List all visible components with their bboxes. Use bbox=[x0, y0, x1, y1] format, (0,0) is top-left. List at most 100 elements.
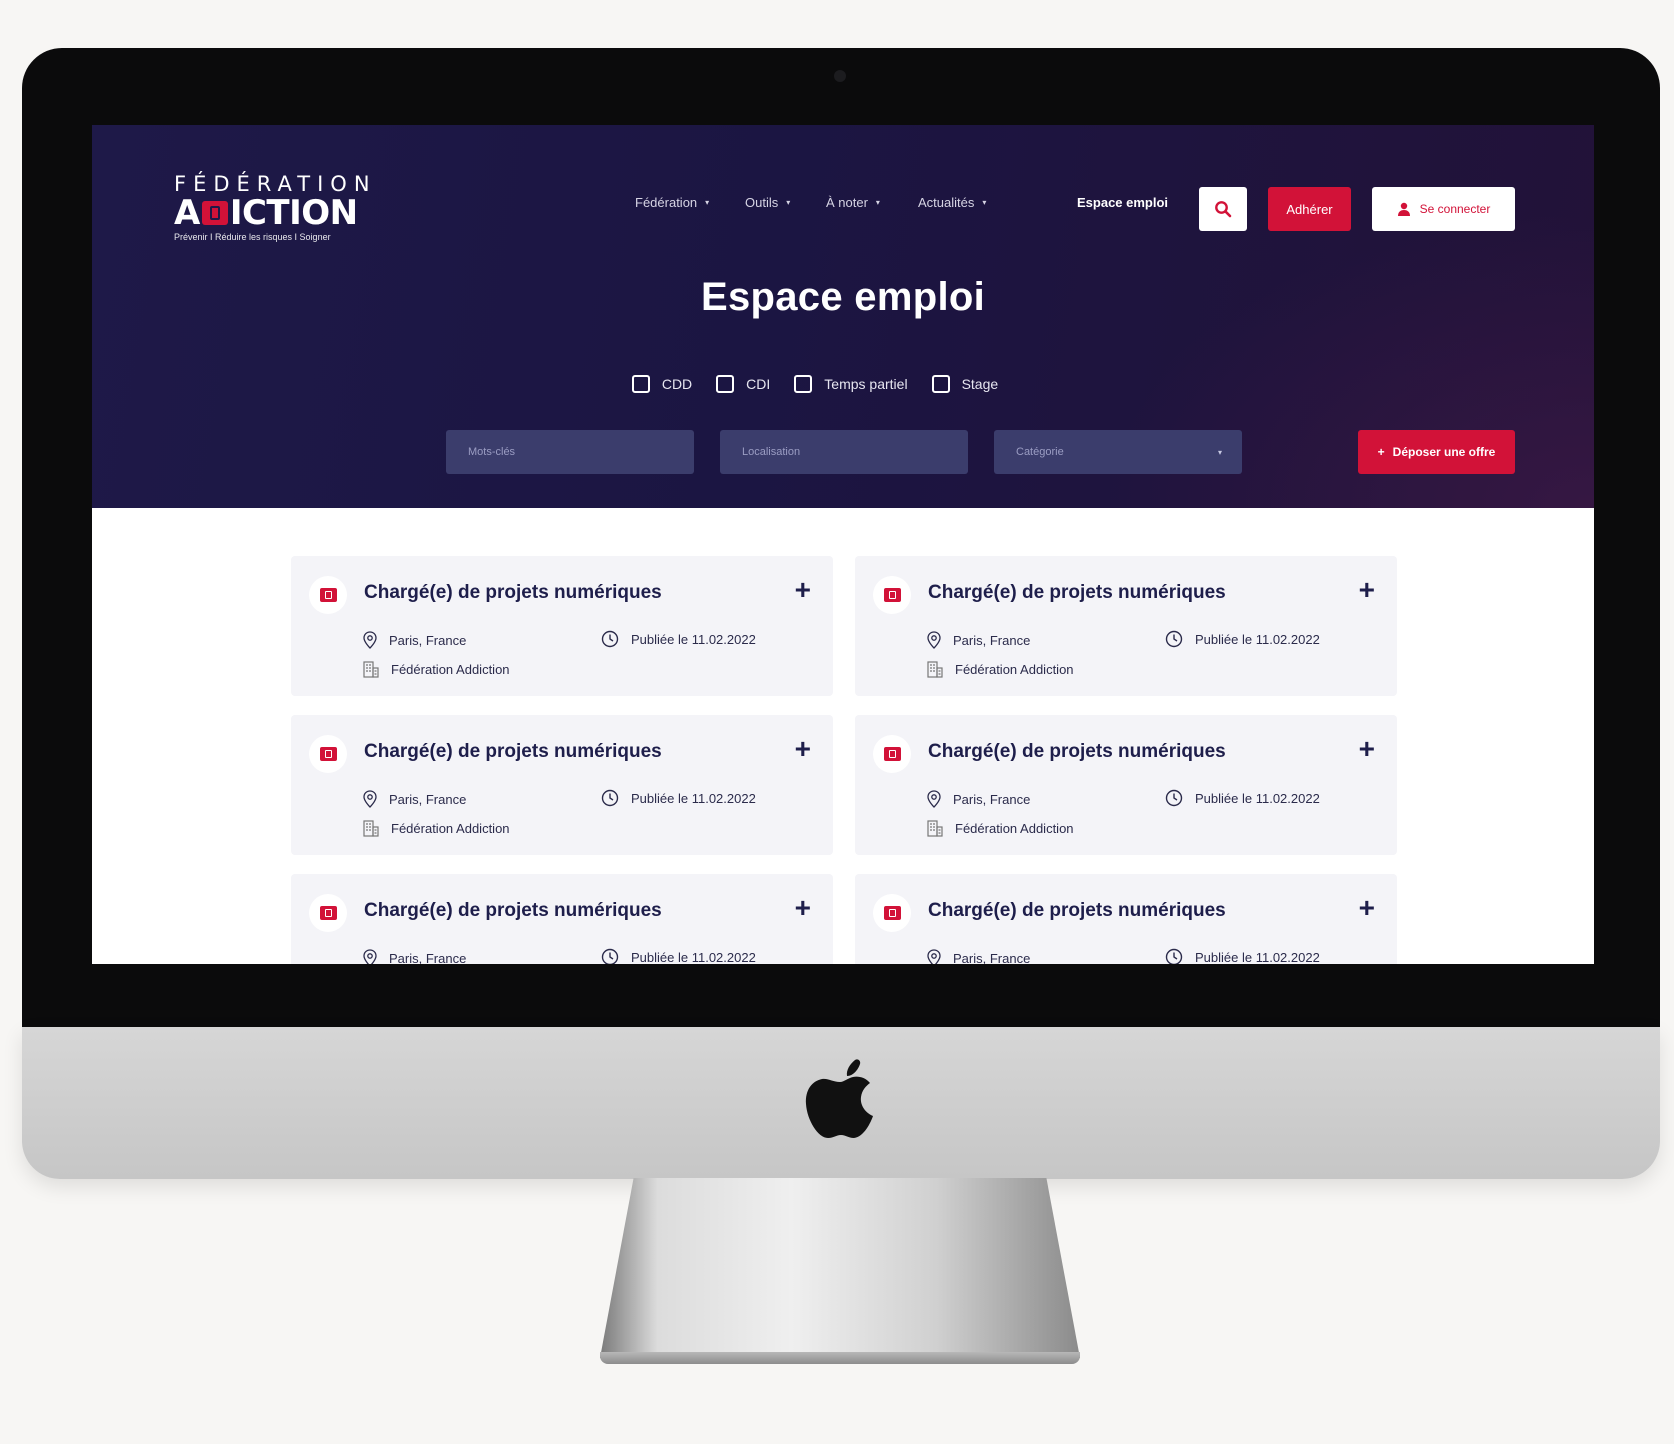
org-logo-icon bbox=[873, 735, 911, 773]
published-text: Publiée le 11.02.2022 bbox=[1195, 790, 1320, 806]
nav-label: Espace emploi bbox=[1077, 195, 1169, 210]
logo-main-left: A bbox=[174, 193, 200, 233]
logo-mark-icon bbox=[201, 201, 228, 225]
login-button[interactable]: Se connecter bbox=[1372, 187, 1515, 231]
nav-item-a-noter[interactable]: À noter ▾ bbox=[826, 195, 880, 210]
logo-main-right: ICTION bbox=[229, 193, 358, 233]
nav-item-outils[interactable]: Outils ▾ bbox=[745, 195, 790, 210]
user-icon bbox=[1397, 202, 1410, 216]
building-icon bbox=[927, 661, 943, 678]
chevron-down-icon: ▾ bbox=[786, 198, 791, 207]
expand-plus-icon[interactable]: + bbox=[1359, 735, 1375, 763]
job-card[interactable]: Chargé(e) de projets numériques + Paris,… bbox=[291, 715, 833, 855]
location-pin-icon bbox=[927, 790, 941, 808]
filter-cdi[interactable]: CDI bbox=[716, 375, 770, 393]
job-title[interactable]: Chargé(e) de projets numériques bbox=[928, 582, 1226, 604]
hero-section: FÉDÉRATION A ICTION Prévenir I Réduire l… bbox=[92, 125, 1594, 508]
filter-temps-partiel[interactable]: Temps partiel bbox=[794, 375, 908, 393]
org-logo-icon bbox=[309, 894, 347, 932]
search-icon bbox=[1215, 201, 1232, 218]
published-text: Publiée le 11.02.2022 bbox=[631, 949, 756, 965]
checkbox[interactable] bbox=[794, 375, 813, 393]
organization-text: Fédération Addiction bbox=[955, 820, 1074, 836]
deposit-offer-button[interactable]: + Déposer une offre bbox=[1358, 430, 1515, 474]
screen: FÉDÉRATION A ICTION Prévenir I Réduire l… bbox=[92, 125, 1594, 964]
checkbox[interactable] bbox=[631, 375, 650, 393]
clock-icon bbox=[1165, 948, 1183, 964]
job-organization: Fédération Addiction bbox=[927, 819, 1074, 837]
expand-plus-icon[interactable]: + bbox=[795, 894, 811, 922]
checkbox[interactable] bbox=[716, 375, 735, 393]
job-published: Publiée le 11.02.2022 bbox=[601, 789, 756, 807]
organization-text: Fédération Addiction bbox=[955, 661, 1074, 677]
contract-filters: CDD CDI Temps partiel Stage bbox=[92, 375, 1566, 393]
job-card[interactable]: Chargé(e) de projets numériques + Paris,… bbox=[291, 874, 833, 964]
filter-label: CDD bbox=[661, 376, 693, 392]
category-select[interactable]: Catégorie ▾ bbox=[994, 430, 1242, 474]
published-text: Publiée le 11.02.2022 bbox=[631, 790, 756, 806]
organization-text: Fédération Addiction bbox=[391, 661, 510, 677]
job-title[interactable]: Chargé(e) de projets numériques bbox=[364, 900, 662, 922]
filter-cdd[interactable]: CDD bbox=[631, 375, 693, 393]
job-location: Paris, France bbox=[927, 790, 1030, 808]
clock-icon bbox=[601, 789, 619, 807]
job-card[interactable]: Chargé(e) de projets numériques + Paris,… bbox=[291, 556, 833, 696]
camera-dot bbox=[834, 70, 846, 82]
login-label: Se connecter bbox=[1419, 202, 1491, 216]
logo-tagline: Prévenir I Réduire les risques I Soigner bbox=[174, 232, 331, 242]
checkbox[interactable] bbox=[931, 375, 950, 393]
job-card[interactable]: Chargé(e) de projets numériques + Paris,… bbox=[855, 874, 1397, 964]
location-text: Paris, France bbox=[953, 950, 1031, 965]
job-organization: Fédération Addiction bbox=[927, 660, 1074, 678]
site-logo[interactable]: FÉDÉRATION A ICTION Prévenir I Réduire l… bbox=[174, 172, 377, 243]
expand-plus-icon[interactable]: + bbox=[795, 735, 811, 763]
job-location: Paris, France bbox=[927, 949, 1030, 964]
clock-icon bbox=[601, 948, 619, 964]
job-location: Paris, France bbox=[363, 790, 466, 808]
imac-stand bbox=[600, 1178, 1080, 1358]
job-published: Publiée le 11.02.2022 bbox=[1165, 630, 1320, 648]
published-text: Publiée le 11.02.2022 bbox=[1195, 949, 1320, 965]
building-icon bbox=[927, 820, 943, 837]
org-logo-icon bbox=[309, 735, 347, 773]
building-icon bbox=[363, 661, 379, 678]
location-text: Paris, France bbox=[389, 791, 467, 807]
filter-label: CDI bbox=[746, 376, 771, 392]
keywords-placeholder: Mots-clés bbox=[468, 446, 516, 458]
location-input[interactable]: Localisation bbox=[720, 430, 968, 474]
nav-item-espace-emploi[interactable]: Espace emploi bbox=[1077, 195, 1168, 210]
job-card[interactable]: Chargé(e) de projets numériques + Paris,… bbox=[855, 715, 1397, 855]
chevron-down-icon: ▾ bbox=[875, 198, 880, 207]
search-button[interactable] bbox=[1199, 187, 1247, 231]
expand-plus-icon[interactable]: + bbox=[795, 576, 811, 604]
job-location: Paris, France bbox=[927, 631, 1030, 649]
location-pin-icon bbox=[363, 631, 377, 649]
nav-item-actualites[interactable]: Actualités ▾ bbox=[918, 195, 986, 210]
logo-top-text: FÉDÉRATION bbox=[174, 172, 377, 196]
expand-plus-icon[interactable]: + bbox=[1359, 576, 1375, 604]
job-title[interactable]: Chargé(e) de projets numériques bbox=[364, 582, 662, 604]
adherer-button[interactable]: Adhérer bbox=[1268, 187, 1351, 231]
job-title[interactable]: Chargé(e) de projets numériques bbox=[364, 741, 662, 763]
job-published: Publiée le 11.02.2022 bbox=[1165, 789, 1320, 807]
location-pin-icon bbox=[363, 790, 377, 808]
keywords-input[interactable]: Mots-clés bbox=[446, 430, 694, 474]
job-card[interactable]: Chargé(e) de projets numériques + Paris,… bbox=[855, 556, 1397, 696]
org-logo-icon bbox=[309, 576, 347, 614]
location-pin-icon bbox=[927, 949, 941, 964]
page-title: Espace emploi bbox=[700, 275, 986, 319]
job-organization: Fédération Addiction bbox=[363, 819, 510, 837]
org-logo-icon bbox=[873, 576, 911, 614]
job-title[interactable]: Chargé(e) de projets numériques bbox=[928, 900, 1226, 922]
nav-item-federation[interactable]: Fédération ▾ bbox=[635, 195, 709, 210]
filter-label: Stage bbox=[961, 376, 999, 392]
filter-label: Temps partiel bbox=[824, 376, 908, 392]
expand-plus-icon[interactable]: + bbox=[1359, 894, 1375, 922]
clock-icon bbox=[1165, 789, 1183, 807]
job-title[interactable]: Chargé(e) de projets numériques bbox=[928, 741, 1226, 763]
nav-label: Outils bbox=[745, 195, 779, 210]
building-icon bbox=[363, 820, 379, 837]
deposit-label: Déposer une offre bbox=[1392, 445, 1496, 459]
organization-text: Fédération Addiction bbox=[391, 820, 510, 836]
filter-stage[interactable]: Stage bbox=[931, 375, 999, 393]
